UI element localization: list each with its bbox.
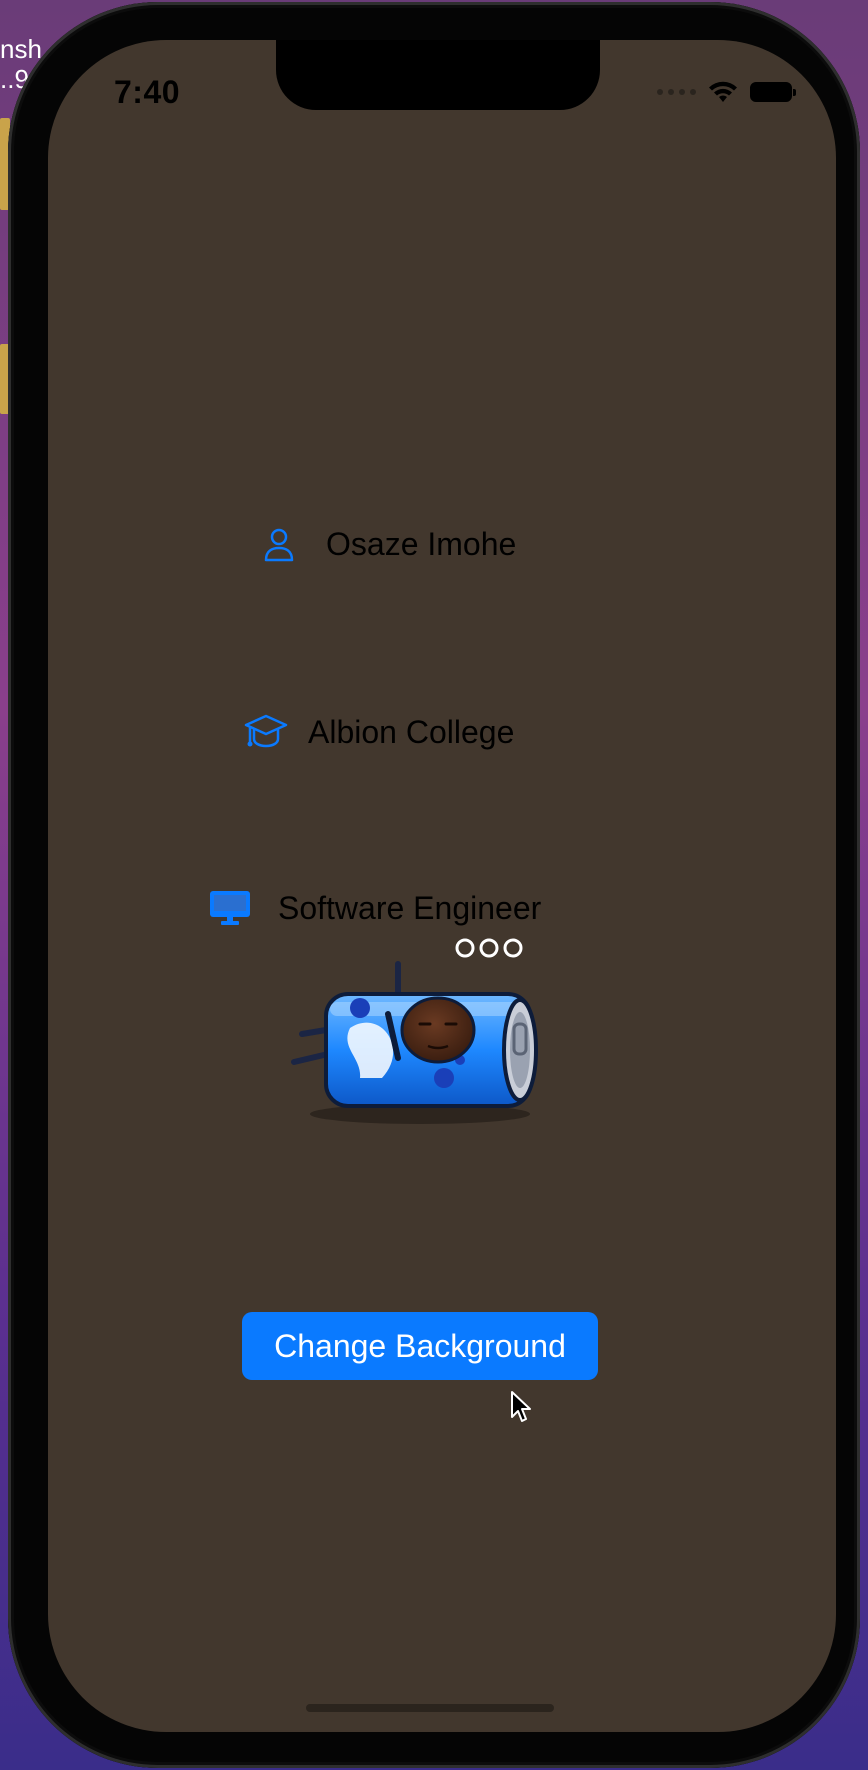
desktop-computer-icon (208, 888, 252, 928)
school-label: Albion College (308, 713, 515, 750)
iphone-simulator-frame: 7:40 Osaze Imohe Albion College Software… (8, 2, 860, 1768)
name-row: Osaze Imohe (262, 526, 516, 563)
memoji-sticker-image (291, 938, 538, 1124)
person-icon (262, 527, 296, 563)
role-row: Software Engineer (208, 888, 541, 928)
home-indicator[interactable] (306, 1704, 554, 1712)
app-screen: 7:40 Osaze Imohe Albion College Software… (48, 40, 836, 1732)
battery-icon (750, 82, 796, 102)
graduation-cap-icon (244, 712, 288, 752)
role-label: Software Engineer (278, 889, 542, 926)
name-label: Osaze Imohe (326, 526, 517, 562)
cellular-signal-icon (657, 89, 696, 95)
device-notch (276, 40, 600, 110)
status-time: 7:40 (114, 74, 181, 110)
wifi-icon (709, 81, 737, 102)
change-background-button[interactable]: Change Background (242, 1312, 598, 1380)
status-indicators (657, 80, 796, 104)
school-row: Albion College (244, 712, 514, 752)
mouse-cursor-icon (511, 1391, 531, 1422)
